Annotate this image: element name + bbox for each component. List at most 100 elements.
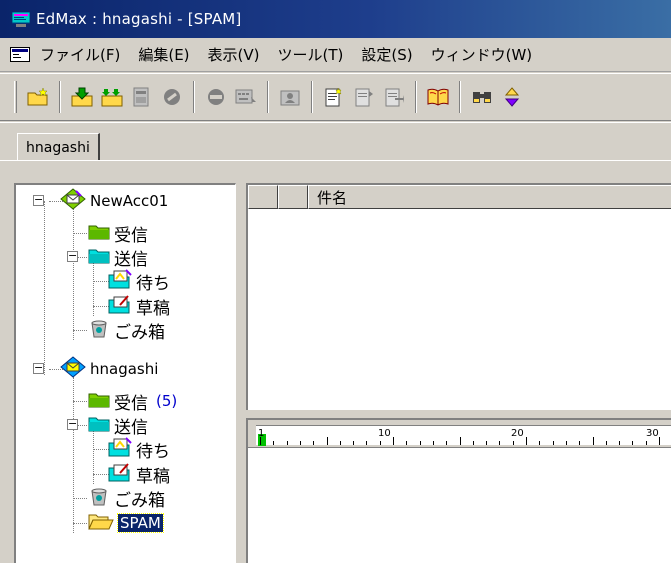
tree-line <box>44 201 45 375</box>
folder-label: 受信 <box>114 393 148 414</box>
toolbar-grip[interactable] <box>14 81 17 113</box>
keyboard-icon[interactable] <box>233 84 259 110</box>
ruler-label: 1 <box>258 428 265 439</box>
ruler-tick <box>260 437 261 445</box>
folder-label: 受信 <box>114 225 148 246</box>
ruler-tick <box>619 441 621 445</box>
tree-folder-inbox[interactable]: 受信 <box>88 221 148 246</box>
menu-bar: ファイル(F) 編集(E) 表示(V) ツール(T) 設定(S) ウィンドウ(W… <box>0 38 671 72</box>
draft-icon <box>108 294 132 318</box>
menu-view[interactable]: 表示(V) <box>208 44 260 65</box>
toolbar-separator <box>193 81 195 113</box>
folder-tree[interactable]: − − − − NewAcc01 受信 送信 待ち 草稿 ごみ箱 hnagash… <box>14 183 236 563</box>
tree-folder-trash[interactable]: ごみ箱 <box>88 486 165 511</box>
address-book-icon[interactable] <box>277 84 303 110</box>
tree-folder-draft[interactable]: 草稿 <box>108 294 170 319</box>
preview-pane[interactable]: 1 10 20 30 <box>246 418 671 563</box>
tab-hnagashi[interactable]: hnagashi <box>17 133 100 161</box>
toolbar-separator <box>415 81 417 113</box>
menu-tools[interactable]: ツール(T) <box>278 44 344 65</box>
folder-label: 送信 <box>114 417 148 438</box>
ruler-tick <box>299 441 301 445</box>
account-icon <box>60 188 86 214</box>
print-icon[interactable] <box>129 84 155 110</box>
ruler-tick <box>379 441 381 445</box>
toolbar-separator <box>267 81 269 113</box>
ruler-tick <box>472 441 474 445</box>
ruler: 1 10 20 30 <box>248 420 671 448</box>
tree-line <box>73 209 74 340</box>
tree-folder-sent[interactable]: 送信 <box>88 245 148 270</box>
toolbar-separator <box>59 81 61 113</box>
trash-icon <box>88 486 110 510</box>
tab-label: hnagashi <box>26 139 90 156</box>
new-message-icon[interactable] <box>321 84 347 110</box>
account-label: hnagashi <box>90 360 159 378</box>
tree-folder-spam[interactable]: SPAM <box>88 511 164 535</box>
menu-window[interactable]: ウィンドウ(W) <box>431 44 533 65</box>
folder-label: 待ち <box>136 441 170 462</box>
tree-folder-pending[interactable]: 待ち <box>108 437 170 462</box>
ruler-tick <box>579 441 581 445</box>
menu-file[interactable]: ファイル(F) <box>40 44 120 65</box>
collapse-toggle[interactable]: − <box>67 418 78 430</box>
tree-line <box>73 401 87 402</box>
tree-folder-pending[interactable]: 待ち <box>108 269 170 294</box>
tree-account-newacc01[interactable]: NewAcc01 <box>60 188 168 214</box>
folder-label: ごみ箱 <box>114 490 165 511</box>
ruler-tick <box>286 441 288 445</box>
stop-icon[interactable] <box>159 84 185 110</box>
ruler-label: 20 <box>511 428 524 439</box>
menu-settings[interactable]: 設定(S) <box>361 44 412 65</box>
book-icon[interactable] <box>425 84 451 110</box>
forward-icon[interactable] <box>381 84 407 110</box>
collapse-toggle[interactable]: − <box>33 362 44 374</box>
account-icon <box>60 356 86 382</box>
folder-label: 草稿 <box>136 298 170 319</box>
title-bar[interactable]: EdMax : hnagashi - [SPAM] <box>0 0 671 38</box>
menu-edit[interactable]: 編集(E) <box>138 44 189 65</box>
find-icon[interactable] <box>469 84 495 110</box>
tree-line <box>93 474 109 475</box>
app-icon[interactable] <box>11 11 31 27</box>
ruler-tick <box>446 441 448 445</box>
ruler-tick <box>645 441 647 445</box>
collapse-toggle[interactable]: − <box>67 250 78 262</box>
ruler-tick <box>486 441 488 445</box>
column-header-flag[interactable] <box>278 185 308 209</box>
ruler-tick <box>459 437 461 445</box>
system-menu-icon[interactable] <box>10 46 32 63</box>
tree-folder-trash[interactable]: ごみ箱 <box>88 318 165 343</box>
folder-icon <box>88 390 110 412</box>
delete-icon[interactable] <box>203 84 229 110</box>
new-folder-icon[interactable] <box>25 84 51 110</box>
ruler-tick <box>353 441 355 445</box>
folder-label: 待ち <box>136 273 170 294</box>
collapse-toggle[interactable]: − <box>33 194 44 206</box>
ruler-scale: 1 10 20 30 <box>256 425 671 446</box>
receive-all-icon[interactable] <box>99 84 125 110</box>
receive-icon[interactable] <box>69 84 95 110</box>
folder-icon <box>88 414 110 436</box>
tree-folder-sent[interactable]: 送信 <box>88 413 148 438</box>
pending-icon <box>108 269 132 293</box>
tree-folder-inbox[interactable]: 受信 (5) <box>88 389 177 414</box>
ruler-tick <box>406 441 408 445</box>
tree-account-hnagashi[interactable]: hnagashi <box>60 356 159 382</box>
tree-line <box>93 281 109 282</box>
tab-divider <box>0 160 671 161</box>
sort-icon[interactable] <box>499 84 525 110</box>
column-header-icon[interactable] <box>248 185 278 209</box>
pane-splitter[interactable] <box>246 410 671 418</box>
message-list[interactable]: 件名 <box>246 183 671 410</box>
ruler-tick <box>339 441 341 445</box>
ruler-tick <box>552 441 554 445</box>
ruler-label: 30 <box>646 428 659 439</box>
ruler-tick <box>659 437 660 445</box>
ruler-tick <box>393 437 394 445</box>
tree-line <box>73 498 87 499</box>
ruler-label: 10 <box>378 428 391 439</box>
column-header-subject[interactable]: 件名 <box>308 185 671 209</box>
tree-folder-draft[interactable]: 草稿 <box>108 462 170 487</box>
reply-icon[interactable] <box>351 84 377 110</box>
